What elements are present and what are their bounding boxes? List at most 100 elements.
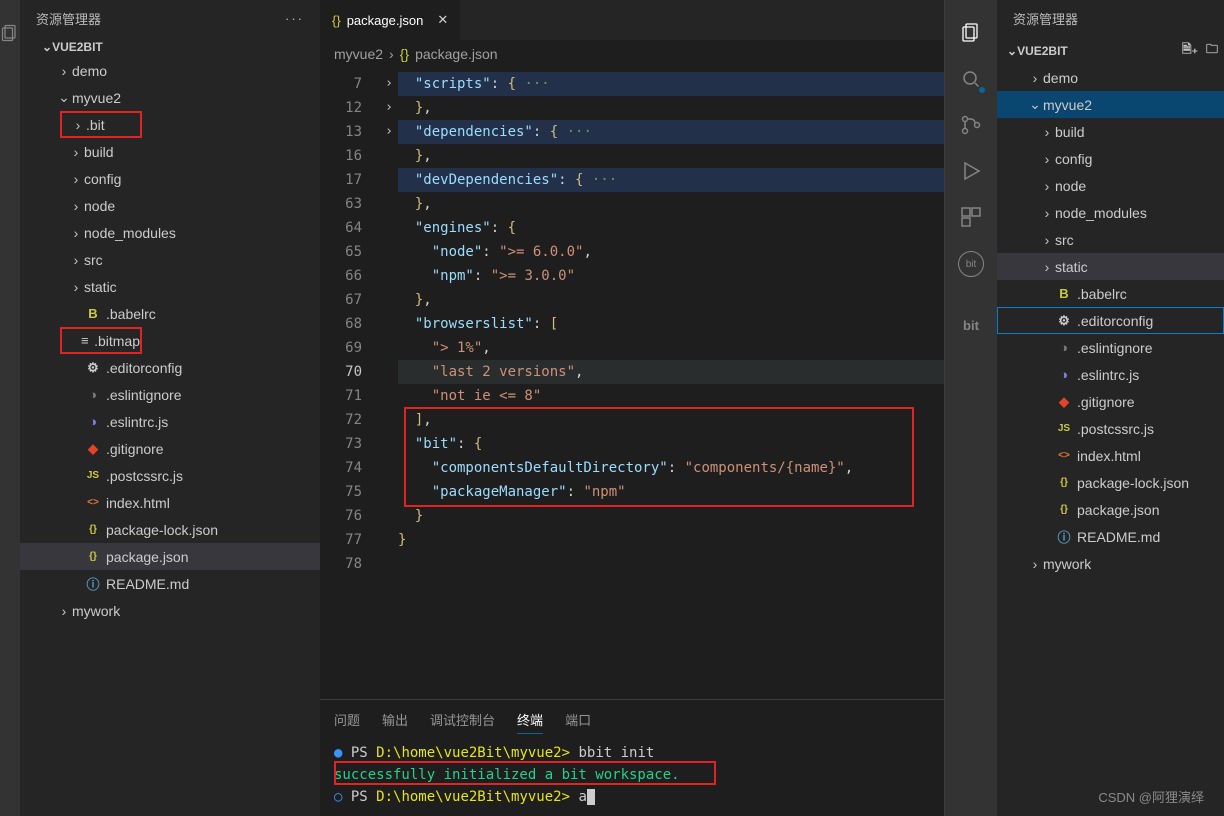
folder-item-src[interactable]: ›src xyxy=(20,246,320,273)
code-line: } xyxy=(398,504,944,528)
tree-item-label: src xyxy=(84,252,103,268)
folder-item-static[interactable]: ›static xyxy=(20,273,320,300)
fold-icon[interactable]: › xyxy=(380,72,398,96)
new-file-icon[interactable]: 🗎₊ xyxy=(1182,40,1198,61)
tab-package-json[interactable]: {} package.json ✕ xyxy=(320,0,460,40)
file-item--eslintignore[interactable]: ◑.eslintignore xyxy=(997,334,1224,361)
tree-item-label: .gitignore xyxy=(1077,394,1135,410)
chevron-right-icon: › xyxy=(68,198,84,214)
code-line: "devDependencies": { ··· xyxy=(398,168,944,192)
tree-item-label: .bit xyxy=(86,117,105,133)
file-icon: B xyxy=(1055,286,1073,301)
panel-tab-0[interactable]: 问题 xyxy=(334,710,360,734)
terminal[interactable]: ● PS D:\home\vue2Bit\myvue2> bbit init s… xyxy=(334,742,930,808)
folder-root[interactable]: ⌄ VUE2BIT xyxy=(20,37,320,57)
breadcrumb-file: package.json xyxy=(415,46,498,62)
tree-item-label: index.html xyxy=(106,495,170,511)
line-number: 68 xyxy=(320,312,362,336)
file-item--eslintrc-js[interactable]: ◑.eslintrc.js xyxy=(20,408,320,435)
file-icon: {} xyxy=(84,551,102,562)
files-icon[interactable] xyxy=(0,21,22,45)
explorer-title: 资源管理器 ··· xyxy=(20,0,320,37)
tree-item-label: myvue2 xyxy=(1043,97,1092,113)
file-icon: <> xyxy=(84,497,102,508)
file-icon: ◆ xyxy=(1055,394,1073,410)
file-item--postcssrc-js[interactable]: JS.postcssrc.js xyxy=(997,415,1224,442)
tree-item-label: .babelrc xyxy=(1077,286,1127,302)
fold-icon[interactable]: › xyxy=(380,96,398,120)
tree-item-label: static xyxy=(1055,259,1088,275)
breadcrumb[interactable]: myvue2 › {} package.json xyxy=(320,40,944,68)
more-icon[interactable]: ··· xyxy=(285,11,304,26)
folder-item-node[interactable]: ›node xyxy=(20,192,320,219)
tree-item-label: .eslintignore xyxy=(1077,340,1153,356)
folder-item-src[interactable]: ›src xyxy=(997,226,1224,253)
chevron-down-icon: ⌄ xyxy=(1027,96,1043,113)
activity-bar-left xyxy=(0,0,20,816)
folder-item-demo[interactable]: ›demo xyxy=(997,64,1224,91)
file-item--babelrc[interactable]: B .babelrc xyxy=(997,280,1224,307)
panel-tab-2[interactable]: 调试控制台 xyxy=(430,710,495,734)
file-item-readme-md[interactable]: ⓘREADME.md xyxy=(997,523,1224,550)
source-control-icon[interactable] xyxy=(959,113,983,137)
chevron-right-icon: › xyxy=(1039,205,1055,221)
fold-icon[interactable]: › xyxy=(380,120,398,144)
tree-item-label: demo xyxy=(1043,70,1078,86)
file-item--editorconfig[interactable]: ⚙.editorconfig xyxy=(997,307,1224,334)
panel-tab-4[interactable]: 端口 xyxy=(565,710,591,734)
panel-tab-1[interactable]: 输出 xyxy=(382,710,408,734)
file-item--editorconfig[interactable]: ⚙.editorconfig xyxy=(20,354,320,381)
line-number: 72 xyxy=(320,408,362,432)
term-path: D:\home\vue2Bit\myvue2> xyxy=(376,745,570,761)
file-item--eslintignore[interactable]: ◑.eslintignore xyxy=(20,381,320,408)
file-item-package-json[interactable]: {}package.json xyxy=(20,543,320,570)
file-item--eslintrc-js[interactable]: ◑.eslintrc.js xyxy=(997,361,1224,388)
new-folder-icon[interactable]: 🗀 xyxy=(1206,40,1218,61)
folder-item-node-modules[interactable]: ›node_modules xyxy=(20,219,320,246)
file-item--bitmap[interactable]: ≡.bitmap xyxy=(60,327,142,354)
code-line: }, xyxy=(398,192,944,216)
folder-item-static[interactable]: ›static xyxy=(997,253,1224,280)
file-item-package-lock-json[interactable]: {}package-lock.json xyxy=(997,469,1224,496)
file-item-package-json[interactable]: {}package.json xyxy=(997,496,1224,523)
chevron-down-icon: ⌄ xyxy=(42,40,52,54)
folder-item-mywork[interactable]: ›mywork xyxy=(997,550,1224,577)
line-number: 13 xyxy=(320,120,362,144)
folder-root-right[interactable]: ⌄ VUE2BIT 🗎₊ 🗀 xyxy=(997,37,1224,64)
file-item-index-html[interactable]: <>index.html xyxy=(997,442,1224,469)
panel-tab-3[interactable]: 终端 xyxy=(517,710,543,734)
file-item-index-html[interactable]: <> index.html xyxy=(20,489,320,516)
file-item--postcssrc-js[interactable]: JS.postcssrc.js xyxy=(20,462,320,489)
chevron-right-icon: › xyxy=(1039,232,1055,248)
folder-item-build[interactable]: ›build xyxy=(20,138,320,165)
files-icon[interactable] xyxy=(959,21,983,45)
folder-item--bit[interactable]: ›.bit xyxy=(60,111,142,138)
folder-item-node[interactable]: ›node xyxy=(997,172,1224,199)
close-icon[interactable]: ✕ xyxy=(437,12,448,28)
extensions-icon[interactable] xyxy=(959,205,983,229)
file-item--gitignore[interactable]: ◆.gitignore xyxy=(997,388,1224,415)
folder-item-mywork[interactable]: ›mywork xyxy=(20,597,320,624)
folder-item-myvue2[interactable]: ⌄myvue2 xyxy=(997,91,1224,118)
chevron-right-icon: › xyxy=(1039,151,1055,167)
file-item--babelrc[interactable]: B.babelrc xyxy=(20,300,320,327)
line-number: 66 xyxy=(320,264,362,288)
file-item-readme-md[interactable]: ⓘREADME.md xyxy=(20,570,320,597)
folder-item-config[interactable]: ›config xyxy=(997,145,1224,172)
search-icon[interactable] xyxy=(959,67,983,91)
tree-item-label: config xyxy=(84,171,121,187)
folder-item-node-modules[interactable]: ›node_modules xyxy=(997,199,1224,226)
folder-item-demo[interactable]: ›demo xyxy=(20,57,320,84)
file-item--gitignore[interactable]: ◆.gitignore xyxy=(20,435,320,462)
folder-item-config[interactable]: ›config xyxy=(20,165,320,192)
bit-icon[interactable]: bit xyxy=(958,251,984,277)
chevron-right-icon: › xyxy=(68,252,84,268)
editor-tabs: {} package.json ✕ xyxy=(320,0,944,40)
folder-item-build[interactable]: ›build xyxy=(997,118,1224,145)
file-item-package-lock-json[interactable]: {}package-lock.json xyxy=(20,516,320,543)
folder-item-myvue2[interactable]: ⌄myvue2 xyxy=(20,84,320,111)
run-debug-icon[interactable] xyxy=(959,159,983,183)
tree-item-label: .bitmap xyxy=(94,333,140,349)
code-editor[interactable]: 7121316176364656667686970717273747576777… xyxy=(320,68,944,699)
chevron-right-icon: › xyxy=(56,63,72,79)
